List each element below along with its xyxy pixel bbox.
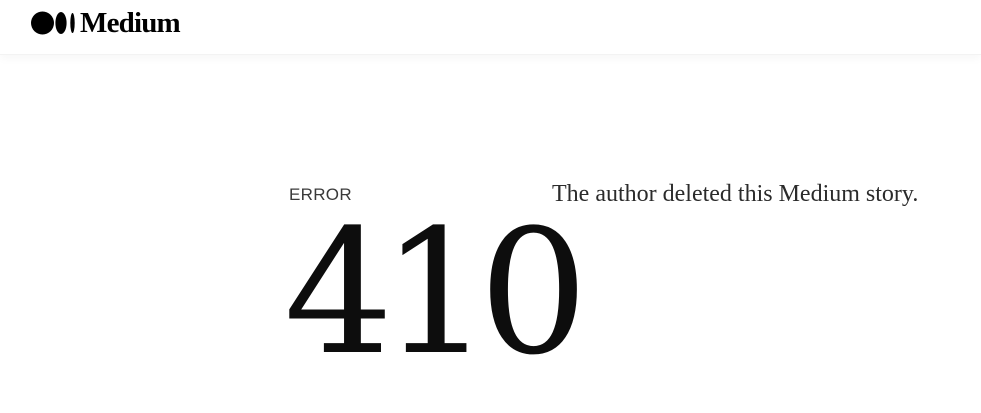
medium-wordmark: Medium xyxy=(80,7,181,39)
top-navigation-bar: Medium xyxy=(0,0,981,55)
error-code: 410 xyxy=(284,192,588,393)
error-message: The author deleted this Medium story. xyxy=(552,181,919,207)
medium-logo-icon xyxy=(31,11,75,35)
medium-logo-link[interactable]: Medium xyxy=(31,7,181,39)
